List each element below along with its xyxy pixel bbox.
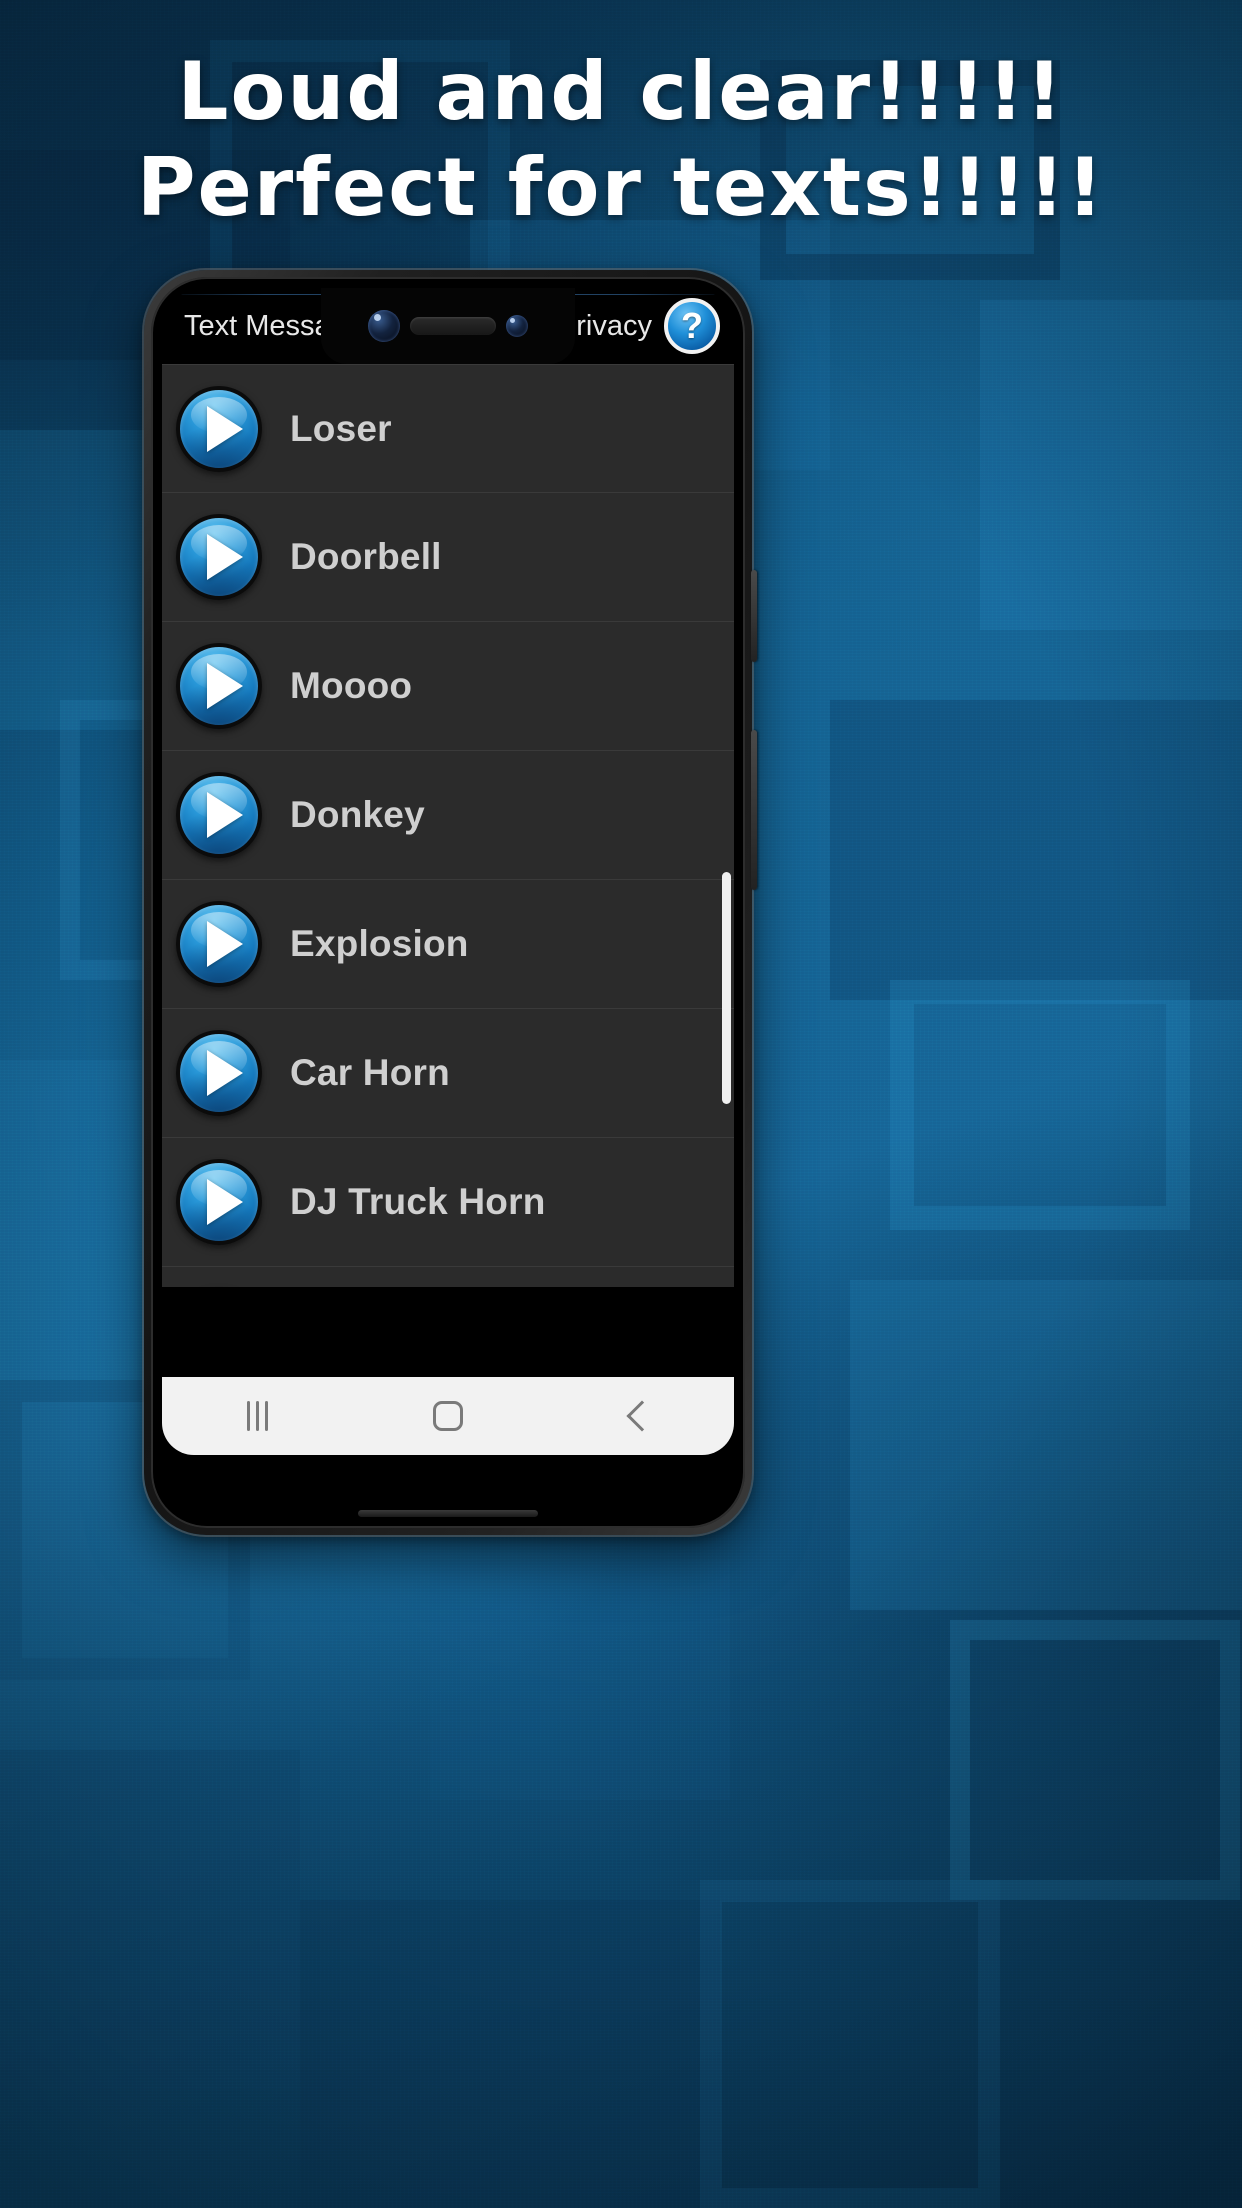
- list-item[interactable]: Donkey: [162, 751, 734, 880]
- screen-bottom-spacer: [162, 1287, 734, 1377]
- sound-name: Donkey: [290, 794, 425, 835]
- play-icon[interactable]: [176, 1159, 262, 1245]
- list-item[interactable]: Rewind Effect: [162, 1267, 734, 1287]
- list-item[interactable]: Car Horn: [162, 1009, 734, 1138]
- list-item[interactable]: Loser: [162, 364, 734, 493]
- play-icon[interactable]: [176, 514, 262, 600]
- app-window: Text Message So Privacy ? Loser Doorbell: [162, 288, 734, 1517]
- list-item[interactable]: Explosion: [162, 880, 734, 1009]
- nav-home-button[interactable]: [388, 1377, 508, 1455]
- recents-icon: [246, 1401, 268, 1431]
- phone-notch: [321, 288, 575, 364]
- screen-bottom-black: [162, 1455, 734, 1517]
- play-icon[interactable]: [176, 772, 262, 858]
- headline-line-1: Loud and clear!!!!!: [177, 45, 1065, 138]
- promo-headline: Loud and clear!!!!! Perfect for texts!!!…: [0, 52, 1242, 228]
- sound-name: Explosion: [290, 923, 469, 964]
- phone-bottom-speaker-grill: [358, 1510, 538, 1517]
- front-camera-icon: [368, 310, 400, 342]
- help-icon[interactable]: ?: [664, 298, 720, 354]
- nav-recents-button[interactable]: [197, 1377, 317, 1455]
- list-item[interactable]: Moooo: [162, 622, 734, 751]
- earpiece-speaker-icon: [410, 317, 496, 335]
- phone-mockup: Text Message So Privacy ? Loser Doorbell: [144, 270, 757, 1535]
- sound-name: Moooo: [290, 665, 413, 706]
- list-scrollbar[interactable]: [722, 872, 731, 1104]
- sound-name: Loser: [290, 407, 392, 449]
- list-item[interactable]: DJ Truck Horn: [162, 1138, 734, 1267]
- phone-screen: Text Message So Privacy ? Loser Doorbell: [162, 288, 734, 1517]
- app-toolbar-actions: Privacy ?: [557, 298, 720, 354]
- back-chevron-icon: [626, 1400, 658, 1432]
- sound-name: Car Horn: [290, 1052, 450, 1093]
- play-icon[interactable]: [176, 1030, 262, 1116]
- home-icon: [432, 1401, 463, 1431]
- phone-volume-button[interactable]: [751, 730, 757, 890]
- headline-line-2: Perfect for texts!!!!!: [136, 141, 1106, 234]
- secondary-camera-icon: [506, 315, 528, 337]
- sound-name: DJ Truck Horn: [290, 1181, 546, 1222]
- sound-list[interactable]: Loser Doorbell Moooo Donkey Explosion Ca…: [162, 364, 734, 1287]
- play-icon[interactable]: [176, 901, 262, 987]
- android-navigation-bar: [162, 1377, 734, 1455]
- nav-back-button[interactable]: [579, 1377, 699, 1455]
- phone-power-button[interactable]: [751, 570, 757, 662]
- play-icon[interactable]: [176, 643, 262, 729]
- sound-name: Doorbell: [290, 536, 442, 577]
- play-icon[interactable]: [176, 385, 262, 472]
- list-item[interactable]: Doorbell: [162, 493, 734, 622]
